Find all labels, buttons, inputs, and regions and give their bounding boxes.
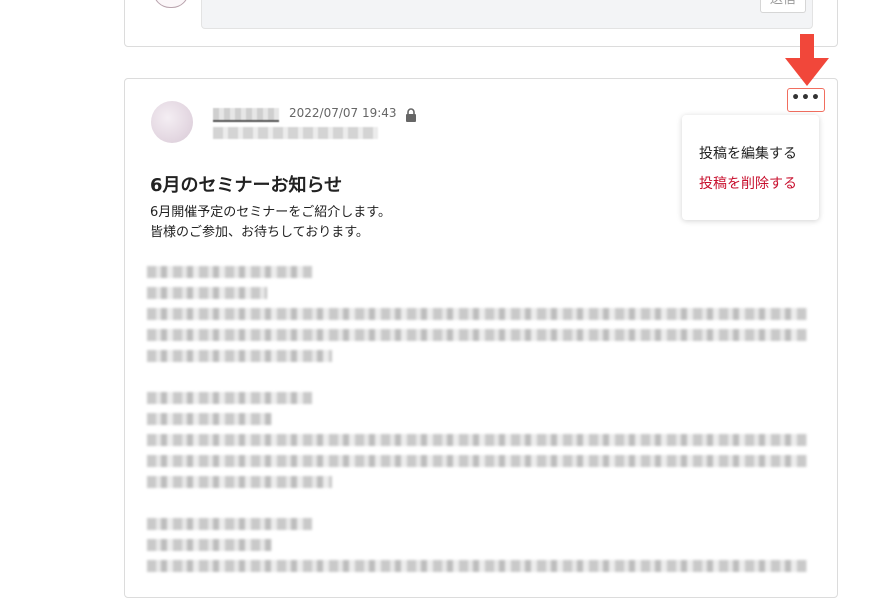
redacted-text [147,413,272,425]
redacted-text [147,287,267,299]
redacted-text [147,539,272,551]
post-timestamp: 2022/07/07 19:43 [289,106,397,120]
redacted-text [147,476,332,488]
redacted-text [147,434,807,446]
edit-post-menu-item[interactable]: 投稿を編集する [699,143,797,163]
redacted-text [147,266,312,278]
post-body-line: 6月開催予定のセミナーをご紹介します。 [150,205,391,220]
post-body-line: 皆様のご参加、お待ちしております。 [150,225,369,240]
avatar [153,0,189,8]
author-avatar[interactable] [151,101,193,143]
redacted-text [147,308,807,320]
redacted-text [147,392,312,404]
author-subtitle-redacted [213,127,378,139]
send-button[interactable]: 送信 [760,0,806,13]
comment-input[interactable]: 送信 [201,0,813,29]
lock-icon [406,108,416,122]
previous-post-card: 送信 [124,0,838,47]
delete-post-menu-item[interactable]: 投稿を削除する [699,173,797,193]
redacted-text [147,455,807,467]
redacted-text [147,518,312,530]
more-options-button[interactable]: ••• [787,88,825,112]
arrow-down-icon [785,34,829,86]
redacted-text [147,329,807,341]
post-options-menu: 投稿を編集する 投稿を削除する [682,115,819,220]
redacted-text [147,560,807,572]
post-title: 6月のセミナーお知らせ [150,175,343,196]
post-body: 6月開催予定のセミナーをご紹介します。 皆様のご参加、お待ちしております。 [150,203,391,243]
redacted-text [147,350,332,362]
author-name-redacted[interactable] [213,108,279,122]
